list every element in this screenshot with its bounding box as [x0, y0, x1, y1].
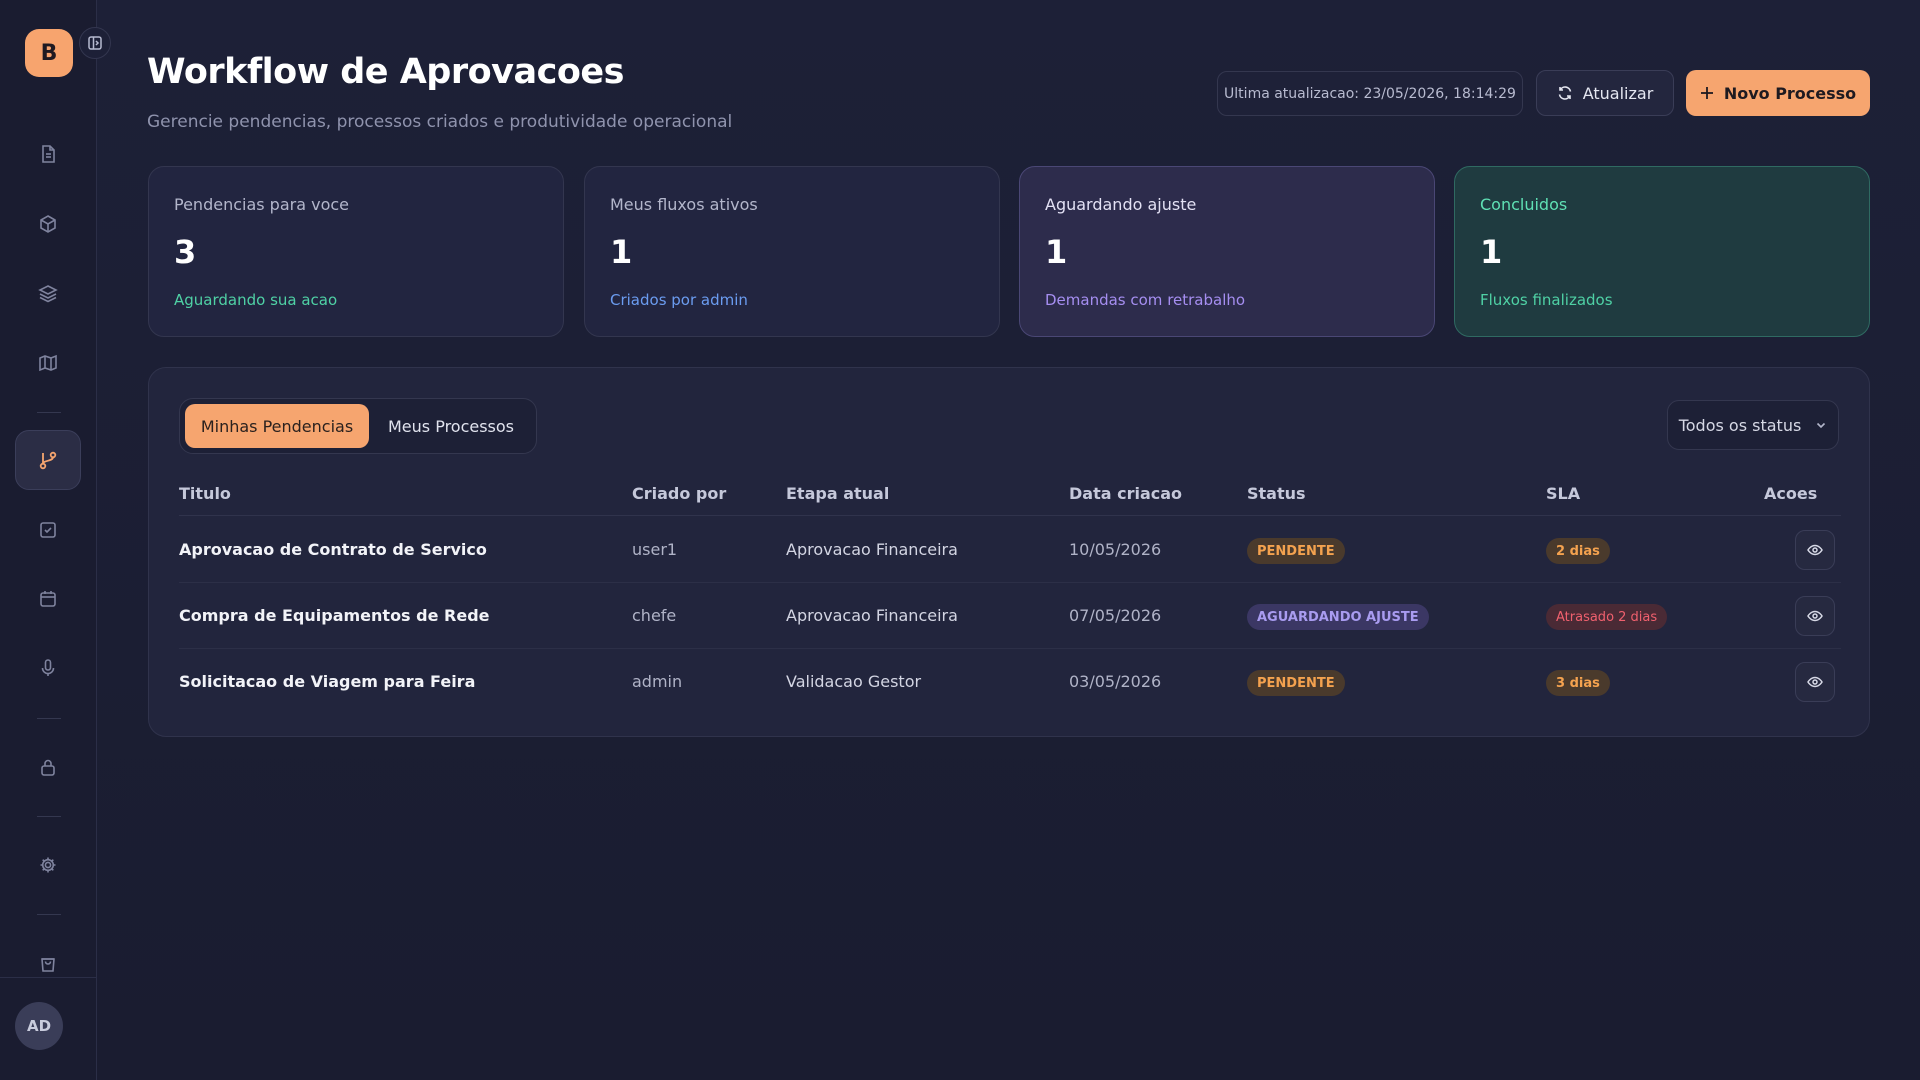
view-button[interactable] [1795, 596, 1835, 636]
stat-label: Meus fluxos ativos [610, 195, 758, 214]
checkbox-icon [38, 520, 58, 540]
stat-card-pending: Pendencias para voce 3 Aguardando sua ac… [148, 166, 564, 337]
sidebar-divider [37, 412, 61, 413]
sla-badge: Atrasado 2 dias [1546, 604, 1668, 630]
map-icon [38, 353, 58, 373]
column-header-titulo[interactable]: Titulo [179, 484, 231, 503]
row-date: 10/05/2026 [1069, 540, 1162, 559]
panel-toggle-icon [87, 35, 103, 51]
column-header-sla[interactable]: SLA [1546, 484, 1580, 503]
stat-label: Pendencias para voce [174, 195, 349, 214]
plus-icon [1700, 86, 1714, 100]
tab-meus-processos[interactable]: Meus Processos [376, 404, 526, 448]
sidebar-item-workflow[interactable] [15, 430, 81, 490]
calendar-icon [38, 589, 58, 609]
sidebar-item-documents[interactable] [15, 124, 81, 184]
document-icon [38, 144, 58, 164]
workflow-table-panel: Minhas Pendencias Meus Processos Todos o… [148, 367, 1870, 737]
row-date: 07/05/2026 [1069, 606, 1162, 625]
sidebar-item-products[interactable] [15, 194, 81, 254]
sidebar-item-audio[interactable] [15, 638, 81, 698]
row-date: 03/05/2026 [1069, 672, 1162, 691]
column-header-criado-por[interactable]: Criado por [632, 484, 726, 503]
stat-hint: Fluxos finalizados [1480, 291, 1613, 309]
stat-label: Aguardando ajuste [1045, 195, 1197, 214]
tab-minhas-pendencias[interactable]: Minhas Pendencias [185, 404, 369, 448]
column-header-status[interactable]: Status [1247, 484, 1306, 503]
row-created-by: admin [632, 672, 683, 691]
column-header-acoes: Acoes [1764, 484, 1818, 503]
app-logo[interactable]: B [25, 29, 73, 77]
sidebar-item-settings[interactable] [15, 835, 81, 895]
refresh-icon [1557, 85, 1573, 101]
git-branch-icon [37, 449, 59, 471]
refresh-button[interactable]: Atualizar [1536, 70, 1674, 116]
last-update-label: Ultima atualizacao: 23/05/2026, 18:14:29 [1217, 71, 1523, 116]
column-header-data[interactable]: Data criacao [1069, 484, 1182, 503]
sidebar-item-tasks[interactable] [15, 500, 81, 560]
package-icon [38, 214, 58, 234]
view-tabs: Minhas Pendencias Meus Processos [179, 398, 537, 454]
row-created-by: user1 [632, 540, 678, 559]
status-filter-value: Todos os status [1678, 415, 1802, 435]
stat-hint: Criados por admin [610, 291, 748, 309]
lock-icon [38, 757, 58, 777]
view-button[interactable] [1795, 662, 1835, 702]
status-badge: AGUARDANDO AJUSTE [1247, 604, 1429, 630]
stat-value: 3 [174, 233, 197, 271]
page-title: Workflow de Aprovacoes [147, 52, 624, 92]
avatar[interactable]: AD [15, 1002, 63, 1050]
sla-badge: 2 dias [1546, 538, 1610, 564]
sidebar-item-calendar[interactable] [15, 569, 81, 629]
stat-card-active-flows: Meus fluxos ativos 1 Criados por admin [584, 166, 1000, 337]
row-title: Aprovacao de Contrato de Servico [179, 540, 487, 559]
table-row[interactable]: Compra de Equipamentos de Rede chefe Apr… [179, 583, 1841, 649]
sidebar-item-security[interactable] [15, 737, 81, 797]
table-row[interactable]: Solicitacao de Viagem para Feira admin V… [179, 649, 1841, 715]
refresh-button-label: Atualizar [1582, 83, 1654, 103]
stat-card-awaiting-adjustment: Aguardando ajuste 1 Demandas com retraba… [1019, 166, 1435, 337]
row-created-by: chefe [632, 606, 677, 625]
stat-hint: Demandas com retrabalho [1045, 291, 1246, 309]
column-header-etapa[interactable]: Etapa atual [786, 484, 889, 503]
stat-value: 1 [1045, 233, 1068, 271]
status-filter-select[interactable]: Todos os status [1667, 400, 1839, 450]
gear-icon [38, 855, 58, 875]
sidebar-collapse-button[interactable] [79, 27, 111, 59]
sidebar-divider [37, 914, 61, 915]
eye-icon [1807, 674, 1823, 690]
new-process-button-label: Novo Processo [1723, 83, 1857, 103]
sla-badge: 3 dias [1546, 670, 1610, 696]
status-badge: PENDENTE [1247, 670, 1345, 696]
new-process-button[interactable]: Novo Processo [1686, 70, 1870, 116]
stat-label: Concluidos [1480, 195, 1568, 214]
status-badge: PENDENTE [1247, 538, 1345, 564]
sidebar-item-shop[interactable] [15, 933, 81, 993]
page-subtitle: Gerencie pendencias, processos criados e… [147, 112, 733, 132]
sidebar-item-layers[interactable] [15, 263, 81, 323]
layers-icon [38, 283, 58, 303]
row-title: Solicitacao de Viagem para Feira [179, 672, 476, 691]
microphone-icon [38, 658, 58, 678]
eye-icon [1807, 542, 1823, 558]
table-header: Titulo Criado por Etapa atual Data criac… [179, 476, 1841, 516]
sidebar-item-map[interactable] [15, 333, 81, 393]
table-row[interactable]: Aprovacao de Contrato de Servico user1 A… [179, 517, 1841, 583]
eye-icon [1807, 608, 1823, 624]
sidebar-divider [37, 718, 61, 719]
row-stage: Validacao Gestor [786, 672, 922, 691]
row-stage: Aprovacao Financeira [786, 606, 958, 625]
stat-hint: Aguardando sua acao [174, 291, 338, 309]
stat-value: 1 [1480, 233, 1503, 271]
shopping-bag-icon [38, 953, 58, 973]
view-button[interactable] [1795, 530, 1835, 570]
row-stage: Aprovacao Financeira [786, 540, 958, 559]
row-title: Compra de Equipamentos de Rede [179, 606, 490, 625]
stat-value: 1 [610, 233, 633, 271]
sidebar-divider [37, 816, 61, 817]
chevron-down-icon [1815, 419, 1827, 431]
sidebar: B AD [0, 0, 111, 1080]
sidebar-footer-divider [0, 977, 97, 978]
stat-card-completed: Concluidos 1 Fluxos finalizados [1454, 166, 1870, 337]
